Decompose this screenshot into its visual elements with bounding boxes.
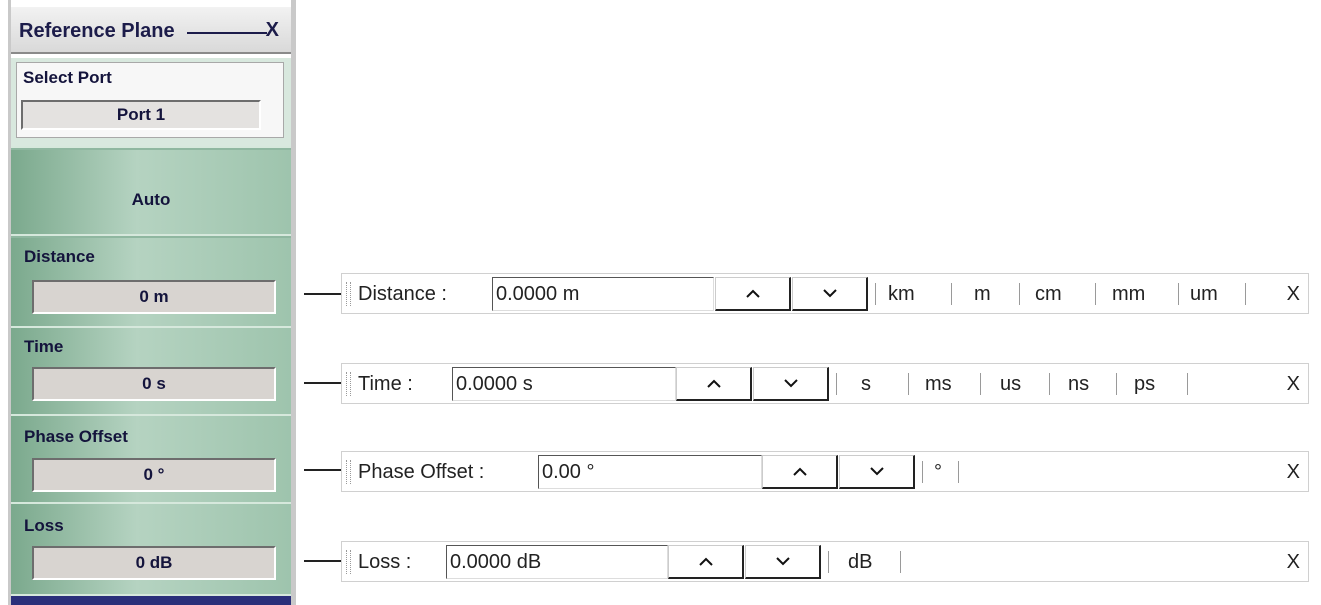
select-port-box: Select Port Port 1: [16, 62, 284, 138]
select-port-section: Select Port Port 1: [11, 58, 291, 148]
separator: [1049, 373, 1050, 395]
distance-connector: [304, 293, 342, 295]
distance-toolbar: Distance : 0.0000 m km m cm mm um X: [341, 273, 1309, 314]
chevron-down-icon: [775, 557, 790, 566]
separator: [1095, 283, 1096, 305]
distance-toolbar-close[interactable]: X: [1287, 283, 1300, 306]
unit-ns[interactable]: ns: [1068, 373, 1089, 396]
chevron-up-icon: [745, 289, 760, 298]
auto-button[interactable]: Auto: [11, 150, 291, 236]
phase-offset-toolbar: Phase Offset : 0.00 ° ° X: [341, 451, 1309, 492]
separator: [1116, 373, 1117, 395]
distance-label: Distance: [24, 247, 95, 266]
separator: [980, 373, 981, 395]
toolbar-grip[interactable]: [346, 372, 351, 396]
auto-label: Auto: [131, 190, 171, 209]
time-toolbar-close[interactable]: X: [1287, 373, 1300, 396]
time-input[interactable]: 0.0000 s: [452, 367, 676, 401]
phase-offset-label: Phase Offset: [24, 427, 128, 446]
distance-field[interactable]: 0 m: [32, 280, 276, 314]
separator: [1178, 283, 1179, 305]
time-toolbar-label: Time :: [358, 373, 413, 395]
title-bar-line: [187, 32, 267, 34]
select-port-label: Select Port: [23, 68, 112, 87]
separator: [951, 283, 952, 305]
unit-m[interactable]: m: [974, 283, 991, 306]
unit-mm[interactable]: mm: [1112, 283, 1145, 306]
separator: [836, 373, 837, 395]
time-label: Time: [24, 337, 64, 356]
phase-input[interactable]: 0.00 °: [538, 455, 762, 489]
unit-cm[interactable]: cm: [1035, 283, 1062, 306]
phase-up-button[interactable]: [762, 455, 838, 489]
unit-ps[interactable]: ps: [1134, 373, 1155, 396]
panel-title: Reference Plane: [19, 20, 175, 42]
panel-close-button[interactable]: X: [266, 19, 279, 42]
separator: [958, 461, 959, 483]
unit-db[interactable]: dB: [848, 551, 872, 574]
unit-um[interactable]: um: [1190, 283, 1218, 306]
loss-toolbar-close[interactable]: X: [1287, 551, 1300, 574]
separator: [875, 283, 876, 305]
panel-border-right: [291, 0, 296, 605]
loss-label: Loss: [24, 516, 64, 535]
separator: [1019, 283, 1020, 305]
phase-down-button[interactable]: [839, 455, 915, 489]
time-field[interactable]: 0 s: [32, 367, 276, 401]
unit-degree[interactable]: °: [934, 461, 942, 484]
distance-toolbar-label: Distance :: [358, 283, 447, 305]
separator: [828, 551, 829, 573]
separator: [900, 551, 901, 573]
time-connector: [304, 382, 342, 384]
loss-toolbar: Loss : 0.0000 dB dB X: [341, 541, 1309, 582]
loss-connector: [304, 560, 342, 562]
separator: [908, 373, 909, 395]
port-select-field[interactable]: Port 1: [21, 100, 261, 130]
unit-us[interactable]: us: [1000, 373, 1021, 396]
time-down-button[interactable]: [753, 367, 829, 401]
phase-offset-section: Phase Offset 0 °: [11, 416, 291, 504]
panel-title-bar: Reference Plane X: [11, 7, 291, 54]
distance-input[interactable]: 0.0000 m: [492, 277, 714, 311]
phase-toolbar-label: Phase Offset :: [358, 461, 485, 483]
phase-offset-field[interactable]: 0 °: [32, 458, 276, 492]
separator: [1245, 283, 1246, 305]
chevron-up-icon: [792, 467, 807, 476]
unit-km[interactable]: km: [888, 283, 915, 306]
chevron-down-icon: [783, 379, 798, 388]
unit-ms[interactable]: ms: [925, 373, 952, 396]
loss-toolbar-label: Loss :: [358, 551, 412, 573]
loss-up-button[interactable]: [668, 545, 744, 579]
loss-field[interactable]: 0 dB: [32, 546, 276, 580]
separator: [922, 461, 923, 483]
distance-up-button[interactable]: [715, 277, 791, 311]
chevron-up-icon: [706, 379, 721, 388]
chevron-down-icon: [822, 289, 837, 298]
time-section: Time 0 s: [11, 328, 291, 416]
loss-input[interactable]: 0.0000 dB: [446, 545, 668, 579]
distance-down-button[interactable]: [792, 277, 868, 311]
distance-section: Distance 0 m: [11, 238, 291, 328]
phase-toolbar-close[interactable]: X: [1287, 461, 1300, 484]
reference-plane-panel: Reference Plane X Select Port Port 1 Aut…: [8, 0, 296, 605]
chevron-up-icon: [698, 557, 713, 566]
toolbar-grip[interactable]: [346, 550, 351, 574]
time-up-button[interactable]: [676, 367, 752, 401]
panel-body: Select Port Port 1 Auto Distance 0 m Tim…: [11, 58, 291, 605]
phase-connector: [304, 469, 342, 471]
panel-bottom-strip: [11, 596, 291, 605]
loss-section: Loss 0 dB: [11, 504, 291, 596]
time-toolbar: Time : 0.0000 s s ms us ns ps X: [341, 363, 1309, 404]
unit-s[interactable]: s: [861, 373, 871, 396]
toolbar-grip[interactable]: [346, 282, 351, 306]
toolbar-grip[interactable]: [346, 460, 351, 484]
separator: [1187, 373, 1188, 395]
chevron-down-icon: [869, 467, 884, 476]
loss-down-button[interactable]: [745, 545, 821, 579]
